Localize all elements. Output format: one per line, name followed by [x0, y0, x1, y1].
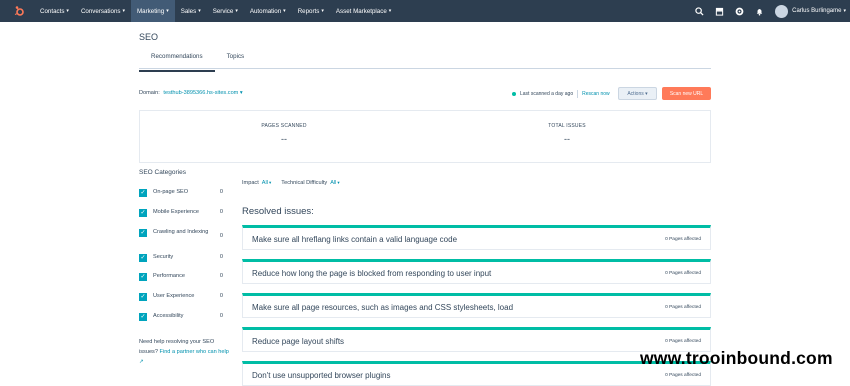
- page-title: SEO: [139, 32, 159, 42]
- chevron-down-icon: ▾: [337, 180, 340, 185]
- chevron-down-icon: ▾: [645, 90, 648, 97]
- impact-filter[interactable]: Impact All▾: [242, 180, 271, 186]
- actions-button[interactable]: Actions ▾: [618, 87, 657, 100]
- issue-card[interactable]: Reduce how long the page is blocked from…: [242, 259, 711, 284]
- stat-pages-scanned: PAGES SCANNED --: [224, 123, 344, 144]
- chevron-down-icon: ▾: [239, 90, 243, 96]
- issue-pages-affected: 0 Pages affected: [665, 305, 701, 310]
- nav-item-service[interactable]: Service ▾: [207, 0, 244, 22]
- difficulty-filter[interactable]: Technical Difficulty All▾: [281, 180, 339, 186]
- settings-icon[interactable]: [729, 0, 749, 22]
- checkbox[interactable]: ✓: [139, 313, 147, 321]
- scan-new-url-button[interactable]: Scan new URL: [662, 87, 711, 100]
- domain-selector: Domain: testhub-3895366.hs-sites.com ▾: [139, 90, 243, 96]
- nav-item-sales[interactable]: Sales ▾: [175, 0, 207, 22]
- domain-dropdown[interactable]: testhub-3895366.hs-sites.com ▾: [163, 90, 242, 96]
- divider: [577, 90, 579, 98]
- stat-label: TOTAL ISSUES: [548, 123, 586, 129]
- checkbox[interactable]: ✓: [139, 254, 147, 262]
- search-icon[interactable]: [689, 0, 709, 22]
- issue-card[interactable]: Make sure all hreflang links contain a v…: [242, 225, 711, 250]
- checkbox[interactable]: ✓: [139, 229, 147, 237]
- resolved-issues-title: Resolved issues:: [242, 206, 314, 217]
- last-scanned-text: Last scanned a day ago: [520, 91, 574, 97]
- checkbox[interactable]: ✓: [139, 209, 147, 217]
- nav-item-asset-marketplace[interactable]: Asset Marketplace ▾: [330, 0, 397, 22]
- tabs-divider: [139, 68, 711, 69]
- external-link-icon: ↗: [139, 359, 144, 365]
- rescan-link[interactable]: Rescan now: [582, 91, 610, 97]
- issue-title: Reduce how long the page is blocked from…: [252, 269, 492, 278]
- top-navigation: Contacts ▾ Conversations ▾ Marketing ▾ Sale…: [0, 0, 850, 22]
- seo-categories-title: SEO Categories: [139, 169, 186, 176]
- checkbox[interactable]: ✓: [139, 293, 147, 301]
- avatar[interactable]: [775, 4, 789, 18]
- issue-pages-affected: 0 Pages affected: [665, 339, 701, 344]
- issue-title: Make sure all page resources, such as im…: [252, 303, 514, 312]
- status-dot-icon: [512, 92, 516, 96]
- issue-card[interactable]: Make sure all page resources, such as im…: [242, 293, 711, 318]
- issue-pages-affected: 0 Pages affected: [665, 271, 701, 276]
- notifications-icon[interactable]: [749, 0, 769, 22]
- nav-item-reports[interactable]: Reports ▾: [292, 0, 330, 22]
- stat-total-issues: TOTAL ISSUES --: [507, 123, 627, 144]
- hubspot-logo-icon[interactable]: [8, 0, 30, 22]
- marketplace-icon[interactable]: [709, 0, 729, 22]
- issue-title: Reduce page layout shifts: [252, 337, 345, 346]
- nav-item-automation[interactable]: Automation ▾: [244, 0, 292, 22]
- issue-pages-affected: 0 Pages affected: [665, 237, 701, 242]
- user-menu[interactable]: Carlus Burlingame ▾: [792, 8, 846, 14]
- stat-value: --: [564, 134, 570, 144]
- checkbox[interactable]: ✓: [139, 273, 147, 281]
- scan-status: Last scanned a day ago Rescan now: [512, 90, 610, 98]
- chevron-down-icon: ▾: [269, 180, 272, 185]
- issue-title: Don't use unsupported browser plugins: [252, 371, 391, 380]
- stat-label: PAGES SCANNED: [261, 123, 307, 129]
- issue-pages-affected: 0 Pages affected: [665, 373, 701, 378]
- nav-item-marketing[interactable]: Marketing ▾: [131, 0, 175, 22]
- help-text: Need help resolving your SEO issues? Fin…: [139, 339, 229, 365]
- issue-title: Make sure all hreflang links contain a v…: [252, 235, 458, 244]
- stat-value: --: [281, 134, 287, 144]
- checkbox[interactable]: ✓: [139, 189, 147, 197]
- nav-item-contacts[interactable]: Contacts ▾: [34, 0, 75, 22]
- issue-filters: Impact All▾ Technical Difficulty All▾: [242, 180, 340, 186]
- watermark: www.trooinbound.com: [640, 348, 833, 368]
- scan-stats-panel: PAGES SCANNED -- TOTAL ISSUES --: [139, 110, 711, 163]
- domain-label: Domain:: [139, 90, 160, 96]
- nav-right-tools: Carlus Burlingame ▾: [689, 0, 850, 22]
- nav-item-conversations[interactable]: Conversations ▾: [75, 0, 131, 22]
